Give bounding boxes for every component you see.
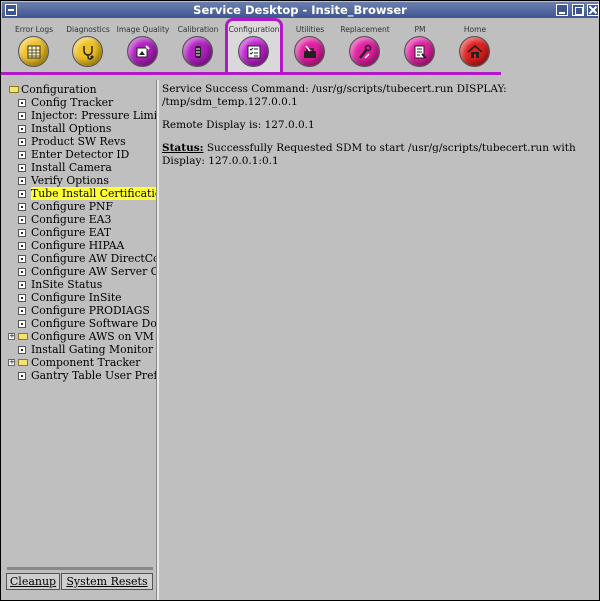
tree-item-product-sw-revs[interactable]: Product SW Revs [7,135,157,148]
checklist-icon [238,36,269,67]
cleanup-button[interactable]: Cleanup [6,573,60,590]
tool-replacement[interactable]: Replacement [336,19,394,71]
status-label: Status: [162,142,204,154]
tree-item-insite-status[interactable]: InSite Status [7,278,157,291]
tree-item-install-gating-monitor[interactable]: Install Gating Monitor [7,343,157,356]
tree-item-install-options[interactable]: Install Options [7,122,157,135]
tree-root-configuration[interactable]: Configuration [7,83,157,96]
document-icon [18,125,26,133]
tool-label: Home [463,25,487,34]
tree-item-configure-insite[interactable]: Configure InSite [7,291,157,304]
status-text: Successfully Requested SDM to start /usr… [162,142,576,167]
toolbar-active-underline [1,72,501,75]
document-icon [18,268,26,276]
tool-configuration[interactable]: Configuration [225,18,283,74]
calibration-icon [182,36,213,67]
folder-open-icon [9,86,19,93]
command-message: Service Success Command: /usr/g/scripts/… [162,83,507,108]
document-icon [18,203,26,211]
tree-item-gantry-table-user-preferences[interactable]: Gantry Table User Preferen [7,369,157,382]
document-icon [18,112,26,120]
folder-icon [18,333,28,340]
tool-label: PM [414,25,426,34]
document-icon [18,216,26,224]
main-toolbar: Error Logs Diagnostics Image Quality Cal… [3,18,599,75]
document-icon [18,255,26,263]
tool-calibration[interactable]: Calibration [169,19,227,71]
error-logs-icon [18,36,49,67]
folder-icon [18,359,28,366]
tool-label: Utilities [295,25,325,34]
wrench-icon [349,36,380,67]
window-title: Service Desktop - Insite_Browser [193,3,407,17]
horizontal-scrollbar[interactable] [7,567,153,570]
tool-label: Calibration [177,25,219,34]
expand-icon[interactable]: + [8,333,15,340]
tree-item-verify-options[interactable]: Verify Options [7,174,157,187]
status-message: Status: Successfully Requested SDM to st… [162,142,594,168]
tree-item-enter-detector-id[interactable]: Enter Detector ID [7,148,157,161]
document-icon [18,320,26,328]
title-bar: Service Desktop - Insite_Browser [2,2,599,18]
tree-item-configure-pnf[interactable]: Configure PNF [7,200,157,213]
tree-item-tube-install-certification[interactable]: Tube Install Certification [7,187,157,200]
remote-display-message: Remote Display is: 127.0.0.1 [162,119,315,131]
tree-item-configure-aws-on-vm[interactable]: + Configure AWS on VM [7,330,157,343]
tree-item-configure-hipaa[interactable]: Configure HIPAA [7,239,157,252]
document-icon [18,229,26,237]
document-icon [18,242,26,250]
tool-label: Diagnostics [66,25,110,34]
document-icon [18,346,26,354]
tool-label: Error Logs [15,25,53,34]
tree-item-configure-ea3[interactable]: Configure EA3 [7,213,157,226]
tool-error-logs[interactable]: Error Logs [5,19,63,71]
minimize-icon[interactable] [556,4,568,16]
document-icon [18,151,26,159]
close-icon[interactable] [587,4,599,16]
document-icon [18,164,26,172]
tool-label: Replacement [340,25,390,34]
bottom-button-bar: Cleanup System Resets [3,573,155,591]
maximize-icon[interactable] [572,4,584,16]
stethoscope-icon [72,36,103,67]
document-icon [18,294,26,302]
document-icon [18,372,26,380]
home-icon [459,36,490,67]
tree-item-configure-aw-server-client[interactable]: Configure AW Server Client [7,265,157,278]
tree-item-injector-pressure-limit[interactable]: Injector: Pressure Limit Uni [7,109,157,122]
image-quality-icon [127,36,158,67]
tool-label: Image Quality [116,25,170,34]
expand-icon[interactable]: + [8,359,15,366]
document-icon [18,281,26,289]
content-pane: Service Success Command: /usr/g/scripts/… [162,83,594,178]
toolbox-icon [294,36,325,67]
tree-item-configure-prodiags[interactable]: Configure PRODIAGS [7,304,157,317]
document-icon [18,99,26,107]
tree-item-config-tracker[interactable]: Config Tracker [7,96,157,109]
pm-icon [404,36,435,67]
document-icon [18,307,26,315]
tool-utilities[interactable]: Utilities [281,19,339,71]
tool-diagnostics[interactable]: Diagnostics [59,19,117,71]
tree-item-install-camera[interactable]: Install Camera [7,161,157,174]
navigation-tree-panel: Configuration Config Tracker Injector: P… [3,80,157,570]
tool-image-quality[interactable]: Image Quality [114,19,172,71]
tree-item-configure-software-download[interactable]: Configure Software Downlo [7,317,157,330]
tool-label: Configuration [228,25,280,34]
tool-home[interactable]: Home [446,19,504,71]
panel-splitter[interactable] [156,80,159,600]
document-icon [18,177,26,185]
document-icon [18,138,26,146]
navigation-tree: Configuration Config Tracker Injector: P… [7,83,157,382]
app-window: Service Desktop - Insite_Browser Error L… [0,0,600,601]
tree-item-configure-aw-directconnect[interactable]: Configure AW DirectConnec [7,252,157,265]
document-icon [18,190,26,198]
system-resets-button[interactable]: System Resets [61,573,153,590]
tree-item-configure-eat[interactable]: Configure EAT [7,226,157,239]
tree-item-component-tracker[interactable]: + Component Tracker [7,356,157,369]
tool-pm[interactable]: PM [391,19,449,71]
